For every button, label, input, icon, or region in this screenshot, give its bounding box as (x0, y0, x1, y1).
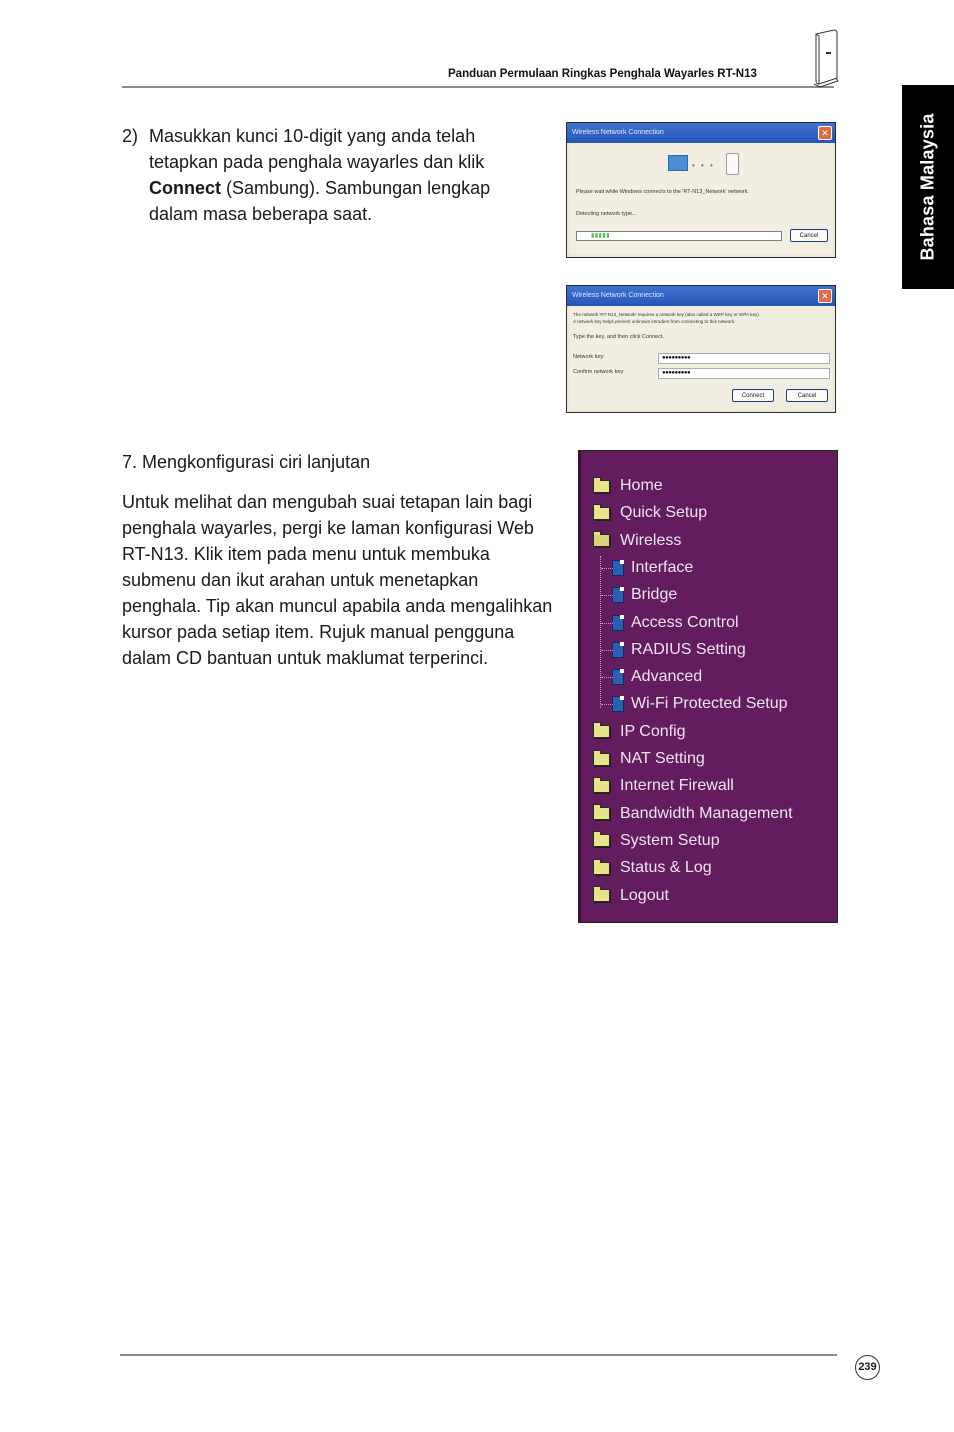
document-icon (612, 559, 624, 576)
menu-item-label: Status & Log (620, 859, 712, 877)
menu-item-ip-config[interactable]: IP Config (593, 722, 686, 742)
menu-item-wi-fi-protected-setup[interactable]: Wi-Fi Protected Setup (612, 694, 788, 714)
menu-item-quick-setup[interactable]: Quick Setup (593, 503, 707, 523)
network-key-input[interactable]: ●●●●●●●●● (658, 353, 830, 364)
progress-blocks: ▮▮▮▮▮ (591, 233, 611, 239)
folder-icon (593, 831, 610, 848)
network-key-dialog-screenshot: Wireless Network Connection ✕ The networ… (566, 285, 836, 413)
dialog-title: Wireless Network Connection (572, 129, 664, 136)
submenu-tree-branch (601, 622, 613, 624)
folder-icon (593, 503, 610, 520)
connect-button[interactable]: Connect (732, 389, 774, 402)
menu-item-label: Wireless (620, 531, 682, 549)
document-icon (612, 587, 624, 604)
language-label: Bahasa Malaysia (917, 113, 938, 261)
connect-emphasis: Connect (149, 178, 221, 198)
connecting-dialog-screenshot: Wireless Network Connection ✕ • • • Plea… (566, 122, 836, 258)
menu-item-label: Interface (631, 558, 694, 576)
menu-item-home[interactable]: Home (593, 476, 663, 496)
cancel-button[interactable]: Cancel (786, 389, 828, 402)
menu-item-label: Advanced (631, 668, 703, 686)
menu-item-label: Internet Firewall (620, 777, 734, 795)
dialog-message-line1: The network 'RT-N13_Network' requires a … (573, 312, 761, 317)
menu-item-internet-firewall[interactable]: Internet Firewall (593, 776, 734, 796)
dialog-titlebar: Wireless Network Connection ✕ (567, 286, 835, 306)
document-icon (612, 641, 624, 658)
menu-item-label: Wi-Fi Protected Setup (631, 695, 788, 713)
step-7-description: Untuk melihat dan mengubah suai tetapan … (122, 492, 553, 668)
confirm-key-input[interactable]: ●●●●●●●●● (658, 368, 830, 379)
step-2-text-part1: Masukkan kunci 10-digit yang anda telah … (149, 126, 485, 172)
computer-icon (668, 155, 688, 171)
connection-progress-bar: ▮▮▮▮▮ (576, 231, 782, 241)
menu-item-bridge[interactable]: Bridge (612, 585, 677, 605)
menu-item-access-control[interactable]: Access Control (612, 613, 739, 633)
close-icon[interactable]: ✕ (818, 289, 832, 303)
dialog-instruction: Type the key, and then click Connect. (573, 334, 665, 340)
menu-item-label: RADIUS Setting (631, 640, 746, 658)
submenu-tree-line (600, 556, 601, 708)
dialog-message-line2: A network key helps prevent unknown intr… (573, 319, 736, 324)
folder-icon (593, 476, 610, 493)
menu-item-label: Logout (620, 886, 669, 904)
folder-icon (593, 776, 610, 793)
menu-item-label: Home (620, 477, 663, 494)
menu-item-radius-setting[interactable]: RADIUS Setting (612, 640, 746, 660)
menu-item-label: Access Control (631, 613, 739, 631)
router-icon (813, 29, 839, 88)
folder-icon (593, 749, 610, 766)
folder-icon (593, 804, 610, 821)
submenu-tree-branch (601, 677, 613, 679)
menu-item-label: NAT Setting (620, 750, 705, 767)
folder-open-icon (593, 531, 610, 548)
menu-item-system-setup[interactable]: System Setup (593, 831, 720, 851)
document-icon (612, 669, 624, 686)
submenu-tree-branch (601, 649, 613, 651)
page-number: 239 (855, 1355, 880, 1380)
menu-item-label: System Setup (620, 831, 720, 849)
dialog-titlebar: Wireless Network Connection ✕ (567, 123, 835, 143)
dialog-body: The network 'RT-N13_Network' requires a … (570, 306, 832, 409)
menu-item-status-log[interactable]: Status & Log (593, 858, 712, 878)
page-header-title: Panduan Permulaan Ringkas Penghala Wayar… (448, 68, 757, 80)
confirm-key-label: Confirm network key: (573, 369, 625, 375)
menu-item-label: IP Config (620, 722, 686, 740)
submenu-tree-branch (601, 567, 613, 569)
submenu-tree-branch (601, 595, 613, 597)
header-divider (122, 86, 834, 88)
menu-item-label: Bridge (631, 586, 678, 604)
close-icon[interactable]: ✕ (818, 126, 832, 140)
menu-item-advanced[interactable]: Advanced (612, 667, 702, 687)
menu-item-nat-setting[interactable]: NAT Setting (593, 749, 705, 769)
dialog-message: Please wait while Windows connects to th… (576, 189, 749, 195)
step-2-number: 2) (122, 126, 139, 146)
document-icon (612, 614, 624, 631)
dialog-status: Detecting network type... (576, 211, 637, 217)
submenu-tree-branch (601, 704, 613, 706)
menu-item-label: Bandwidth Management (620, 804, 793, 822)
folder-icon (593, 886, 610, 902)
folder-icon (593, 722, 610, 739)
router-device-icon (726, 153, 739, 175)
connection-dots: • • • (692, 161, 715, 170)
cancel-button[interactable]: Cancel (790, 229, 828, 242)
dialog-body: • • • Please wait while Windows connects… (570, 143, 832, 254)
step-2-paragraph: 2) Masukkan kunci 10-digit yang anda tel… (122, 123, 542, 227)
folder-icon (593, 858, 610, 875)
menu-item-label: Quick Setup (620, 504, 708, 522)
footer-divider (120, 1354, 837, 1356)
step-7-heading: 7. Mengkonfigurasi ciri lanjutan (122, 452, 371, 472)
step-2-text: Masukkan kunci 10-digit yang anda telah … (149, 123, 542, 227)
dialog-title: Wireless Network Connection (572, 292, 664, 299)
menu-item-interface[interactable]: Interface (612, 558, 693, 578)
network-key-label: Network key: (573, 354, 605, 360)
menu-item-wireless[interactable]: Wireless (593, 531, 681, 551)
language-side-tab: Bahasa Malaysia (902, 85, 954, 289)
menu-item-bandwidth-management[interactable]: Bandwidth Management (593, 804, 793, 824)
menu-item-logout[interactable]: Logout (593, 886, 669, 906)
document-icon (612, 696, 624, 713)
